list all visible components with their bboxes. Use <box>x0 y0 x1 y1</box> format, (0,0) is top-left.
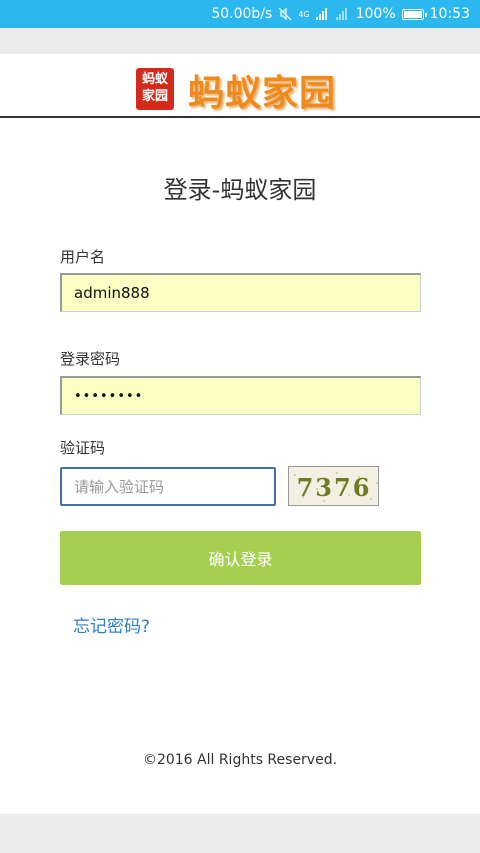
captcha-noise: 7376 <box>294 472 378 502</box>
net-speed: 50.00b/s <box>211 6 273 22</box>
logo-badge-line1: 蚂蚁 <box>141 72 168 87</box>
signal-icon <box>315 8 330 20</box>
password-field[interactable]: •••••••• <box>60 376 421 415</box>
status-bar: 50.00b/s 4G 100% 10:53 <box>0 0 480 28</box>
logo-text: 蚂蚁家园 <box>188 72 337 114</box>
captcha-image[interactable]: 7376 <box>288 466 379 506</box>
clock: 10:53 <box>429 6 470 22</box>
top-spacer <box>0 28 480 54</box>
username-label: 用户名 <box>60 248 106 266</box>
page-title: 登录-蚂蚁家园 <box>163 176 317 204</box>
signal-icon-2 <box>335 8 350 20</box>
forgot-password-link[interactable]: 忘记密码? <box>73 612 150 637</box>
mute-icon <box>278 7 292 21</box>
login-button[interactable]: 确认登录 <box>60 531 421 585</box>
net-type: 4G <box>298 9 310 19</box>
captcha-label: 验证码 <box>60 439 106 457</box>
status-bar-right: 50.00b/s 4G 100% 10:53 <box>211 0 470 28</box>
logo-badge-line2: 家园 <box>141 89 168 104</box>
copyright: ©2016 All Rights Reserved. <box>142 752 338 768</box>
logo-badge: 蚂蚁 家园 <box>136 68 174 110</box>
battery-icon <box>401 8 427 20</box>
username-field[interactable]: admin888 <box>60 273 421 312</box>
app-header: 蚂蚁 家园 蚂蚁家园 <box>0 54 480 118</box>
captcha-text: 7376 <box>297 473 372 502</box>
captcha-input[interactable]: 请输入验证码 <box>60 467 276 506</box>
password-label: 登录密码 <box>60 350 121 368</box>
bottom-spacer <box>0 814 480 853</box>
battery-level: 100% <box>355 6 396 22</box>
